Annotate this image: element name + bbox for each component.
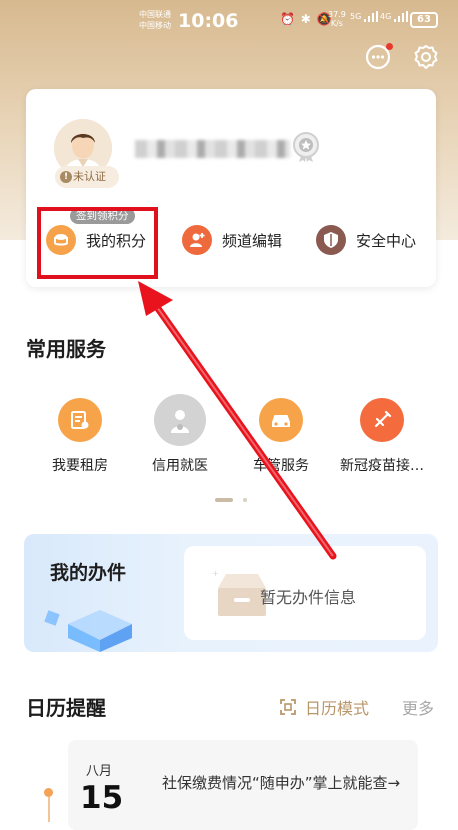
service-label: 车管服务 [253,458,309,474]
service-credit-medical[interactable]: 信用就医 [132,394,228,475]
calendar-month: 八月 [86,764,113,779]
quick-item-label: 频道编辑 [222,231,283,250]
service-rent-house[interactable]: 我要租房 [32,398,128,475]
message-icon[interactable] [364,42,394,72]
warning-icon: ! [60,171,72,183]
signal-4g-icon: 4G [380,11,408,22]
annotation-highlight-box [37,207,158,279]
battery-icon: 63 [410,12,438,28]
signal-bars-icon [393,11,408,22]
calendar-more-link[interactable]: 更多 [402,695,434,719]
medal-icon[interactable] [292,131,320,163]
car-service-icon [259,398,303,442]
verify-status-badge[interactable]: ! 未认证 [55,166,119,188]
svg-text:+: + [212,569,219,578]
signal-bars-icon [363,11,378,22]
username-masked [135,140,290,158]
timeline-dot [44,788,53,797]
my-affairs-title: 我的办件 [50,562,127,584]
my-affairs-card[interactable]: + [24,534,438,652]
service-covid-vaccine[interactable]: 新冠疫苗接… [334,398,430,475]
quick-item-channel-edit[interactable]: 频道编辑 [182,225,282,255]
cube-illustration [44,610,132,652]
alarm-bluetooth-mute-icons: ⏰ ✱ 🔕 [280,12,333,26]
signal-5g-icon: 5G [350,11,378,22]
unread-dot [386,43,393,50]
credit-medical-icon [154,394,206,446]
carrier-1: 中国联通 [139,10,171,19]
service-label: 我要租房 [52,458,108,474]
quick-item-security-center[interactable]: 安全中心 [316,225,416,255]
calendar-mode-label: 日历模式 [305,699,370,718]
calendar-day: 15 [80,780,124,816]
settings-gear-icon[interactable] [411,42,441,72]
clock: 10:06 [178,10,239,32]
calendar-mode-icon [280,699,296,715]
empty-affairs-text: 暂无办件信息 [260,588,357,607]
page-dot [243,497,248,502]
page-indicator [215,489,248,508]
calendar-mode-button[interactable]: 日历模式 [279,695,369,719]
add-user-icon [182,225,212,255]
service-car-management[interactable]: 车管服务 [233,398,329,475]
service-label: 信用就医 [152,458,208,474]
status-bar: 中国联通 中国移动 10:06 ⏰ ✱ 🔕 37.9 K/s 5G 4G 63 [0,0,458,42]
page-dot-active [215,497,233,502]
carrier-2: 中国移动 [139,21,171,30]
shield-icon [316,225,346,255]
net-speed: 37.9 K/s [328,10,346,28]
calendar-event-text[interactable]: 社保缴费情况“随申办”掌上就能查→ [162,772,402,794]
vaccine-icon [360,398,404,442]
carrier-labels: 中国联通 中国移动 [139,9,171,31]
service-label: 新冠疫苗接… [340,458,424,474]
timeline-line [48,797,50,822]
services-title: 常用服务 [26,337,106,361]
quick-item-label: 安全中心 [356,231,417,250]
calendar-title: 日历提醒 [26,696,106,720]
rent-house-icon [58,398,102,442]
